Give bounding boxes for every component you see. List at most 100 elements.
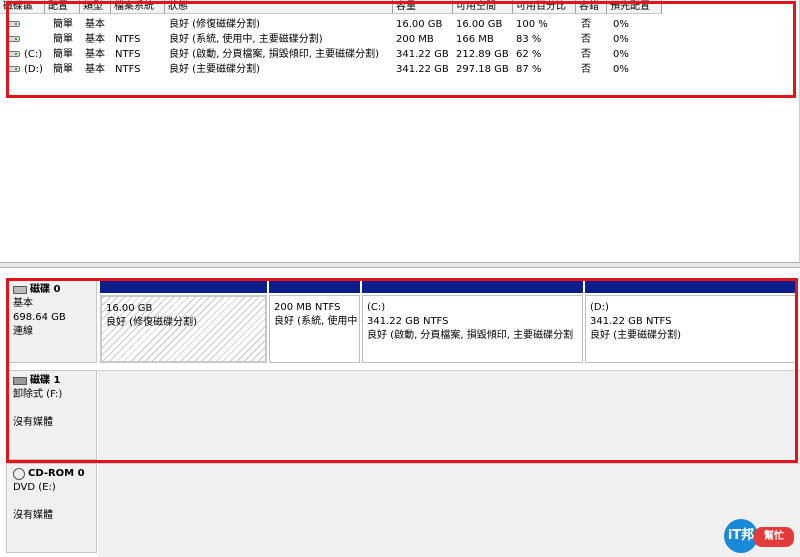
volume-filesystem: NTFS	[115, 49, 141, 60]
volume-icon	[8, 51, 20, 57]
volume-layout: 簡單	[53, 34, 73, 45]
partition-status: 良好 (主要磁碟分割)	[590, 330, 681, 341]
disk-size	[13, 402, 96, 416]
volume-row[interactable]: (C:) 簡單 基本 NTFS 良好 (啟動, 分頁檔案, 損毀傾印, 主要磁碟…	[0, 47, 800, 62]
partition-bar	[585, 280, 798, 293]
disk-status: 連線	[13, 326, 33, 337]
volume-fault-tolerance: 否	[581, 49, 591, 60]
volume-icon	[8, 36, 20, 42]
partition-size: 200 MB NTFS	[274, 302, 341, 313]
volume-status: 良好 (主要磁碟分割)	[169, 64, 260, 75]
volume-status: 良好 (啟動, 分頁檔案, 損毀傾印, 主要磁碟分割)	[169, 49, 380, 60]
volume-type: 基本	[85, 19, 105, 30]
col-header-type[interactable]: 類型	[80, 0, 111, 14]
partition-status: 良好 (啟動, 分頁檔案, 損毀傾印, 主要磁碟分割	[367, 330, 574, 341]
volume-layout: 簡單	[53, 64, 73, 75]
watermark-logo-mark: iT邦	[724, 519, 758, 553]
volume-free-space: 212.89 GB	[456, 49, 509, 60]
partition-bar	[362, 280, 583, 293]
volume-free-space: 166 MB	[456, 34, 494, 45]
partition-size: 16.00 GB	[106, 303, 153, 314]
disk-type: 基本	[13, 298, 33, 309]
partition-size: 341.22 GB NTFS	[590, 316, 672, 327]
disk-0-label[interactable]: 磁碟 0 基本 698.64 GB 連線	[6, 279, 97, 363]
volume-percent-free: 87 %	[516, 64, 542, 75]
col-header-overhead[interactable]: 預先配置	[607, 0, 662, 14]
volume-name	[24, 32, 48, 47]
col-header-free-space[interactable]: 可用空間	[453, 0, 513, 14]
col-header-volume[interactable]: 磁碟區	[0, 0, 45, 14]
volume-status: 良好 (修復磁碟分割)	[169, 19, 260, 30]
volume-overhead: 0%	[613, 49, 629, 60]
partition-bar	[269, 280, 360, 293]
cdrom-icon	[13, 468, 25, 480]
partition-system[interactable]: 200 MB NTFS 良好 (系統, 使用中	[269, 280, 360, 363]
disk-title: 磁碟 0	[30, 284, 61, 295]
volume-row[interactable]: 簡單 基本 NTFS 良好 (系統, 使用中, 主要磁碟分割) 200 MB 1…	[0, 32, 800, 47]
volume-filesystem	[112, 17, 166, 32]
volume-fault-tolerance: 否	[581, 19, 591, 30]
col-header-filesystem[interactable]: 檔案系統	[111, 0, 165, 14]
col-header-layout[interactable]: 配置	[45, 0, 80, 14]
disk-1-area	[98, 370, 800, 460]
disk-1-label[interactable]: 磁碟 1 卸除式 (F:) 沒有媒體	[6, 370, 97, 460]
volume-percent-free: 83 %	[516, 34, 542, 45]
volume-percent-free: 62 %	[516, 49, 542, 60]
cdrom-0-area	[98, 463, 800, 557]
volume-overhead: 0%	[613, 64, 629, 75]
disk-size: 698.64 GB	[13, 312, 66, 323]
volume-name	[24, 17, 48, 32]
volume-free-space: 297.18 GB	[456, 64, 509, 75]
volume-percent-free: 100 %	[516, 19, 548, 30]
volume-capacity: 16.00 GB	[396, 19, 443, 30]
volume-name: (D:)	[24, 64, 43, 75]
col-header-capacity[interactable]: 容量	[393, 0, 453, 14]
partition-c[interactable]: (C:) 341.22 GB NTFS 良好 (啟動, 分頁檔案, 損毀傾印, …	[362, 280, 583, 363]
watermark-text: 幫忙	[754, 527, 794, 547]
partition-status: 良好 (修復磁碟分割)	[106, 317, 197, 328]
volume-name: (C:)	[24, 49, 43, 60]
volume-filesystem: NTFS	[115, 34, 141, 45]
partition-status: 良好 (系統, 使用中	[274, 316, 358, 327]
cdrom-0-label[interactable]: CD-ROM 0 DVD (E:) 沒有媒體	[6, 463, 97, 553]
volume-list-header: 磁碟區 配置 類型 檔案系統 狀態 容量 可用空間 可用百分比 容錯 預先配置	[0, 0, 800, 15]
volume-capacity: 341.22 GB	[396, 64, 449, 75]
volume-fault-tolerance: 否	[581, 34, 591, 45]
volume-overhead: 0%	[613, 34, 629, 45]
partition-d[interactable]: (D:) 341.22 GB NTFS 良好 (主要磁碟分割)	[585, 280, 798, 363]
col-header-percent-free[interactable]: 可用百分比	[513, 0, 576, 14]
volume-layout: 簡單	[53, 19, 73, 30]
hard-disk-icon	[13, 286, 27, 294]
partition-name: (D:)	[590, 302, 609, 313]
col-header-status[interactable]: 狀態	[165, 0, 393, 14]
col-header-fault-tolerance[interactable]: 容錯	[576, 0, 607, 14]
volume-free-space: 16.00 GB	[456, 19, 503, 30]
disk-type: DVD (E:)	[13, 482, 56, 493]
watermark-logo: iT邦 幫忙	[724, 519, 794, 553]
disk-type: 卸除式 (F:)	[13, 389, 63, 400]
volume-row[interactable]: 簡單 基本 良好 (修復磁碟分割) 16.00 GB 16.00 GB 100 …	[0, 17, 800, 32]
disk-status: 沒有媒體	[13, 417, 53, 428]
disk-status: 沒有媒體	[13, 510, 53, 521]
volume-icon	[8, 21, 20, 27]
partition-recovery[interactable]: 16.00 GB 良好 (修復磁碟分割)	[100, 280, 267, 363]
disk-title: CD-ROM 0	[28, 468, 85, 479]
disk-title: 磁碟 1	[30, 375, 61, 386]
partition-bar	[100, 280, 267, 293]
volume-fault-tolerance: 否	[581, 64, 591, 75]
volume-capacity: 200 MB	[396, 34, 434, 45]
volume-layout: 簡單	[53, 49, 73, 60]
disk-size	[13, 495, 96, 509]
removable-disk-icon	[13, 377, 27, 385]
volume-icon	[8, 66, 20, 72]
volume-type: 基本	[85, 34, 105, 45]
volume-type: 基本	[85, 49, 105, 60]
volume-list-pane: 磁碟區 配置 類型 檔案系統 狀態 容量 可用空間 可用百分比 容錯 預先配置 …	[0, 0, 800, 262]
volume-capacity: 341.22 GB	[396, 49, 449, 60]
partition-name: (C:)	[367, 302, 386, 313]
volume-status: 良好 (系統, 使用中, 主要磁碟分割)	[169, 34, 323, 45]
disk-layout-pane: 磁碟 0 基本 698.64 GB 連線 16.00 GB 良好 (修復磁碟分割…	[0, 268, 800, 557]
volume-row[interactable]: (D:) 簡單 基本 NTFS 良好 (主要磁碟分割) 341.22 GB 29…	[0, 62, 800, 77]
volume-filesystem: NTFS	[115, 64, 141, 75]
volume-overhead: 0%	[613, 19, 629, 30]
